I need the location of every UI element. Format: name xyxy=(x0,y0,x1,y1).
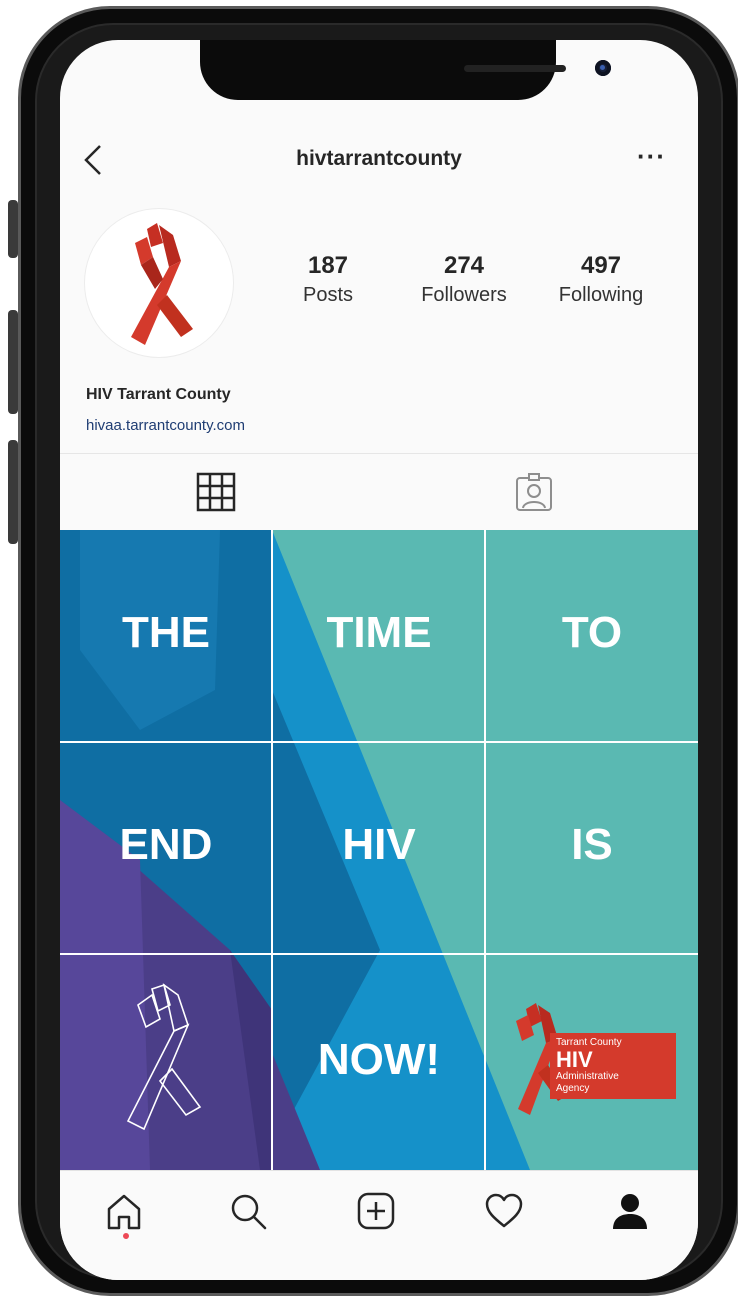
posts-label: Posts xyxy=(302,284,354,306)
posts-value: 187 xyxy=(307,252,349,279)
profile-username: hivtarrantcounty xyxy=(296,147,462,170)
grid-post-2[interactable]: TIME xyxy=(273,608,485,658)
tagged-photos-icon xyxy=(516,473,552,511)
grid-post-8[interactable]: NOW! xyxy=(273,1035,485,1085)
grid-post-6[interactable]: IS xyxy=(486,820,698,870)
tab-tagged[interactable] xyxy=(514,472,554,517)
grid-post-3[interactable]: TO xyxy=(486,608,698,658)
volume-down-button xyxy=(8,440,18,544)
grid-post-5[interactable]: HIV xyxy=(273,820,485,870)
grid-post-7[interactable] xyxy=(60,955,272,1170)
more-dots-icon: ··· xyxy=(637,141,666,171)
grid-icon xyxy=(196,472,236,512)
followers-label: Followers xyxy=(421,284,507,306)
agency-line-4: Agency xyxy=(556,1083,590,1094)
followers-count[interactable]: 274 Followers xyxy=(404,252,524,307)
grid-post-1[interactable]: THE xyxy=(60,608,272,658)
tabs-top-divider xyxy=(60,453,698,454)
ribbon-outline-icon xyxy=(126,983,202,1131)
agency-line-2: HIV xyxy=(556,1047,593,1072)
nav-new-post[interactable] xyxy=(356,1191,396,1236)
home-icon xyxy=(107,1194,141,1230)
profile-header: hivtarrantcounty ··· xyxy=(60,135,698,195)
agency-label-box: Tarrant County HIV Administrative Agency xyxy=(550,1033,676,1099)
volume-up-button xyxy=(8,310,18,414)
more-options-button[interactable]: ··· xyxy=(637,141,666,172)
nav-profile[interactable] xyxy=(610,1191,650,1236)
profile-icon xyxy=(613,1194,647,1229)
mute-switch xyxy=(8,200,18,258)
app-screen: hivtarrantcounty ··· 187 Posts 274 Follo… xyxy=(60,40,698,1280)
following-count[interactable]: 497 Following xyxy=(542,252,660,307)
grid-post-9[interactable]: Tarrant County HIV Administrative Agency xyxy=(486,955,698,1170)
tab-grid[interactable] xyxy=(196,472,236,517)
profile-display-name: HIV Tarrant County xyxy=(86,386,231,403)
nav-search[interactable] xyxy=(228,1191,268,1236)
followers-value: 274 xyxy=(443,252,485,279)
posts-count[interactable]: 187 Posts xyxy=(278,252,378,307)
front-camera xyxy=(595,60,611,76)
red-ribbon-logo-icon xyxy=(131,223,193,345)
nav-activity[interactable] xyxy=(484,1191,524,1236)
profile-avatar[interactable] xyxy=(84,208,234,358)
grid-post-4[interactable]: END xyxy=(60,820,272,870)
activity-heart-icon xyxy=(485,1193,523,1228)
following-value: 497 xyxy=(580,252,622,279)
nav-home[interactable] xyxy=(104,1191,144,1236)
search-icon xyxy=(231,1194,267,1230)
new-post-icon xyxy=(357,1192,395,1230)
agency-line-3: Administrative xyxy=(556,1071,619,1082)
notch xyxy=(200,40,611,100)
earpiece-speaker xyxy=(464,65,566,72)
home-active-dot xyxy=(123,1233,129,1239)
posts-grid: THE TIME TO END HIV IS NOW! Tarrant Coun… xyxy=(60,530,698,1170)
bottom-navigation xyxy=(60,1170,698,1280)
following-label: Following xyxy=(558,284,644,306)
profile-website-link[interactable]: hivaa.tarrantcounty.com xyxy=(86,417,245,434)
